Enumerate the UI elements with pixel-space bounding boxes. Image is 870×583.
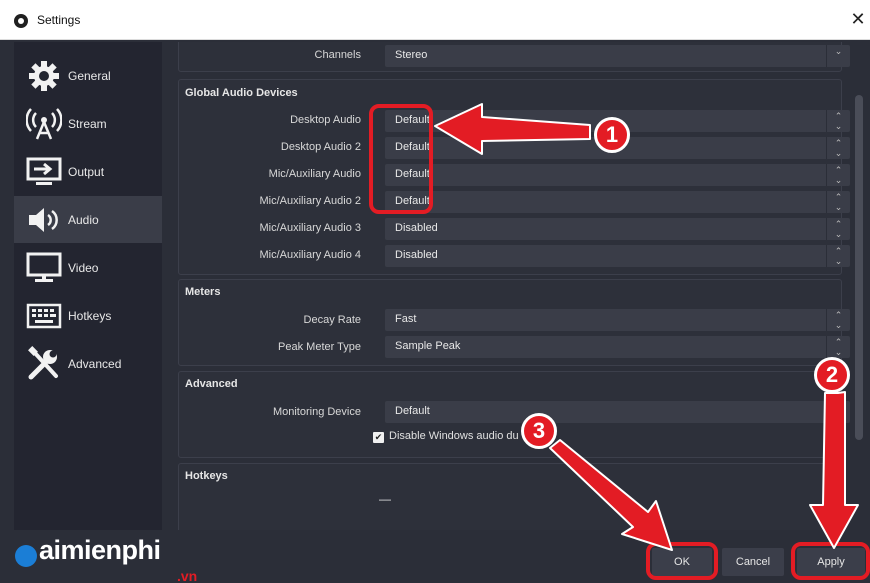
watermark-text: aimienphi <box>39 535 161 565</box>
taimienphi-logo-icon <box>15 545 37 568</box>
annotation-badge-2: 2 <box>814 357 850 393</box>
taimienphi-watermark: aimienphi .vn <box>15 535 197 583</box>
arrow-3 <box>549 439 673 551</box>
annotation-badge-1: 1 <box>594 117 630 153</box>
arrow-2 <box>809 391 859 549</box>
arrow-1 <box>434 103 591 155</box>
annotation-badge-3: 3 <box>521 413 557 449</box>
watermark-suffix: .vn <box>177 568 198 583</box>
annotation-arrows <box>434 103 859 551</box>
